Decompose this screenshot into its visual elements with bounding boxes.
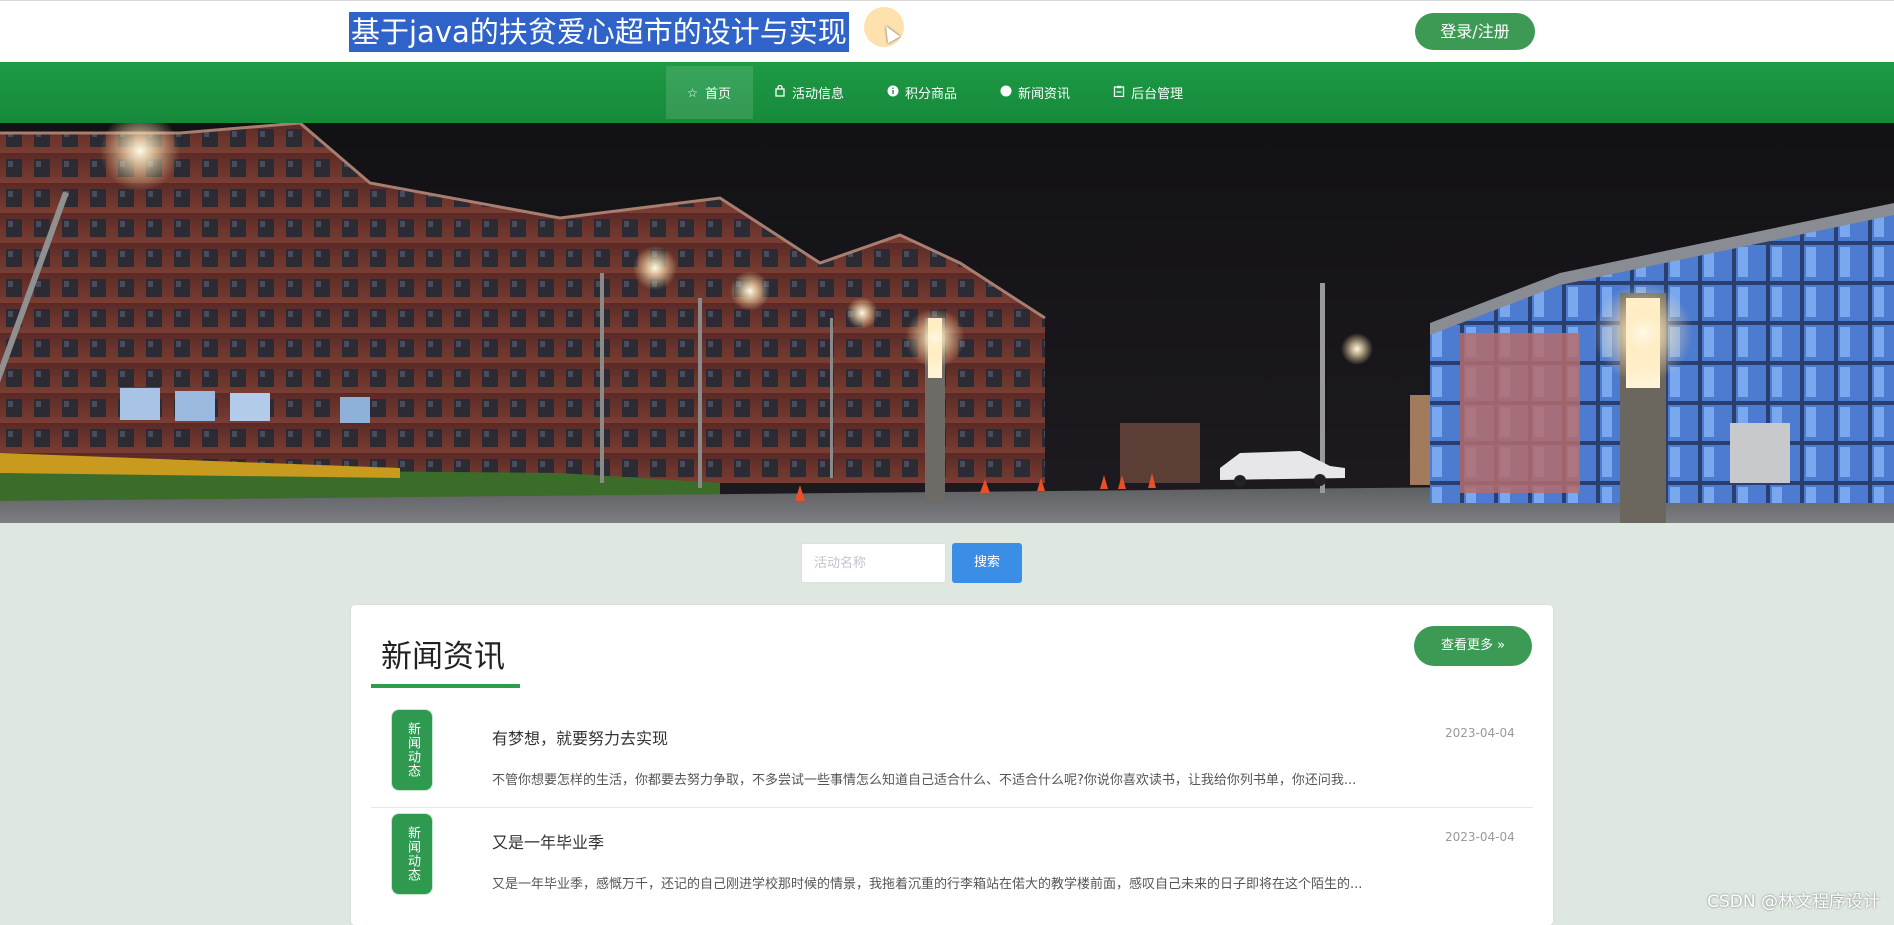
news-item-title[interactable]: 又是一年毕业季 [492, 829, 604, 853]
nav-item-label: 活动信息 [792, 87, 845, 102]
nav-items: ☆ 首页 活动信息 积分商品 新闻资讯 后台管理 [666, 66, 1205, 119]
campus-night-photo [0, 123, 1894, 523]
nav-item-points-goods[interactable]: 积分商品 [866, 66, 979, 119]
news-category-badge: 新闻动态 [392, 814, 432, 894]
news-item-date: 2023-04-04 [1445, 726, 1515, 740]
news-category-badge: 新闻动态 [392, 710, 432, 790]
login-register-button[interactable]: 登录/注册 [1415, 13, 1535, 50]
hero-banner-image [0, 123, 1894, 523]
nav-item-label: 首页 [705, 87, 732, 102]
site-title: 基于java的扶贫爱心超市的设计与实现 [349, 12, 849, 52]
csdn-watermark: CSDN @林文程序设计 [1707, 892, 1880, 912]
activity-name-search-input[interactable] [801, 543, 946, 583]
top-header: 基于java的扶贫爱心超市的设计与实现 登录/注册 [0, 0, 1894, 62]
search-button[interactable]: 搜索 [952, 543, 1022, 583]
nav-item-news[interactable]: 新闻资讯 [979, 66, 1092, 119]
news-list-item[interactable]: 新闻动态 有梦想，就要努力去实现 2023-04-04 不管你想要怎样的生活，你… [371, 705, 1533, 808]
news-item-summary: 不管你想要怎样的生活，你都要去努力争取，不多尝试一些事情怎么知道自己适合什么、不… [492, 773, 1357, 788]
news-list-item[interactable]: 新闻动态 又是一年毕业季 2023-04-04 又是一年毕业季，感慨万千，还记的… [371, 809, 1533, 912]
nav-item-home[interactable]: ☆ 首页 [666, 66, 754, 119]
bag-icon [773, 84, 786, 100]
nav-item-activities[interactable]: 活动信息 [753, 66, 866, 119]
dot-icon [999, 85, 1012, 100]
clipboard-icon [1112, 85, 1125, 100]
nav-item-label: 新闻资讯 [1018, 87, 1071, 102]
nav-item-label: 积分商品 [905, 87, 958, 102]
news-section: 新闻资讯 查看更多 » 新闻动态 有梦想，就要努力去实现 2023-04-04 … [351, 605, 1553, 925]
nav-item-admin[interactable]: 后台管理 [1092, 66, 1205, 119]
info-circle-icon [886, 85, 899, 100]
news-item-date: 2023-04-04 [1445, 830, 1515, 844]
title-underline [371, 684, 520, 688]
news-section-title: 新闻资讯 [381, 639, 505, 675]
star-icon: ☆ [687, 85, 698, 100]
news-item-title[interactable]: 有梦想，就要努力去实现 [492, 725, 668, 749]
main-nav: ☆ 首页 活动信息 积分商品 新闻资讯 后台管理 [0, 62, 1894, 123]
view-more-button[interactable]: 查看更多 » [1414, 626, 1532, 666]
nav-item-label: 后台管理 [1131, 87, 1184, 102]
news-item-summary: 又是一年毕业季，感慨万千，还记的自己刚进学校那时候的情景，我拖着沉重的行李箱站在… [492, 877, 1363, 892]
